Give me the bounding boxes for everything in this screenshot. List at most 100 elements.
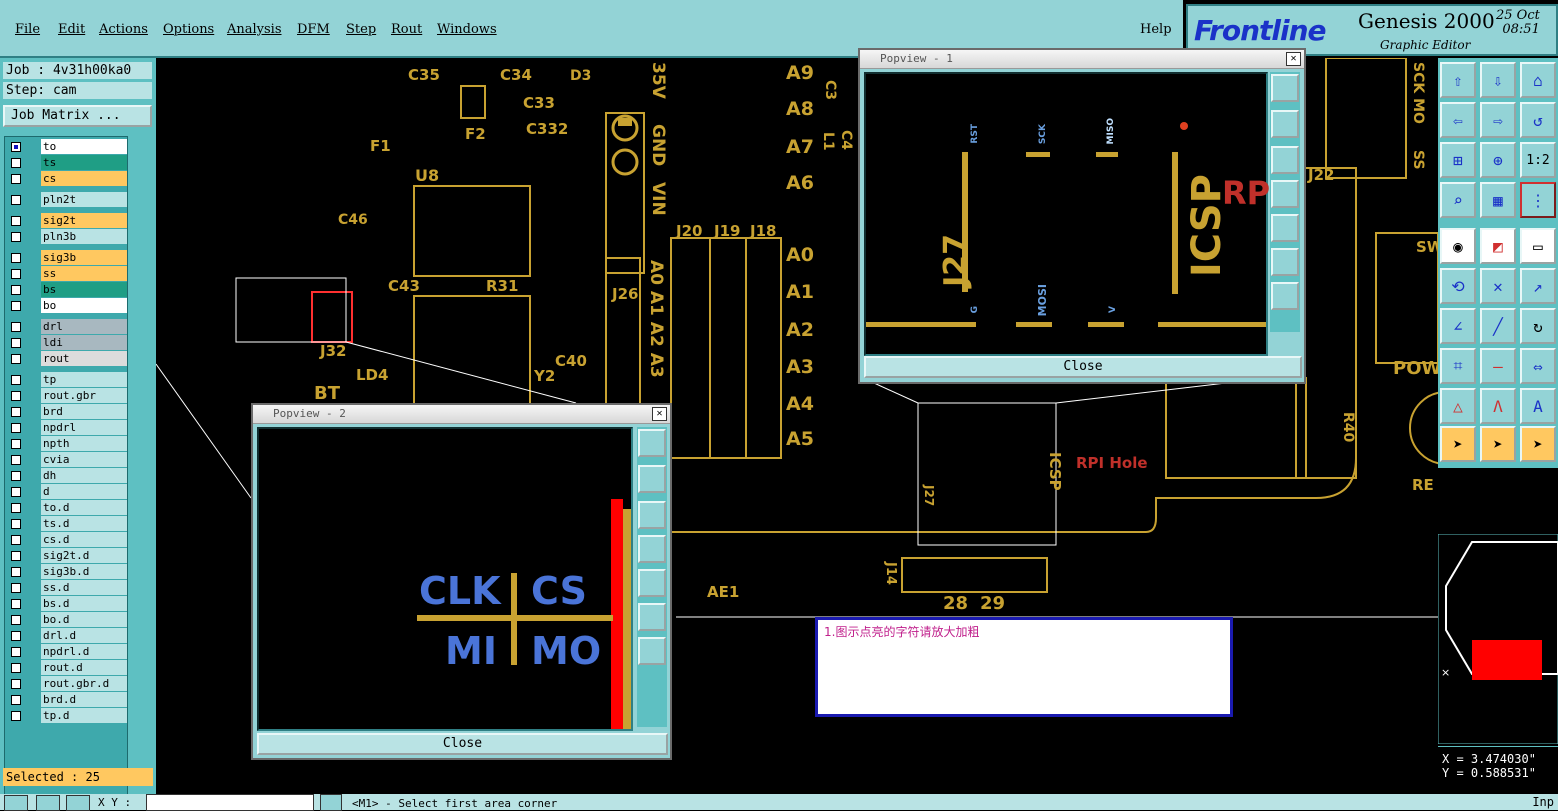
- layer-row-npdrl.d[interactable]: npdrl.d: [5, 644, 127, 660]
- layer-row-npth[interactable]: npth: [5, 436, 127, 452]
- layer-checkbox[interactable]: [11, 391, 21, 401]
- layer-row-tp[interactable]: tp: [5, 372, 127, 388]
- menu-help[interactable]: Help: [1140, 22, 1172, 37]
- move-left-icon[interactable]: [638, 535, 666, 563]
- grid-mode-icon[interactable]: [66, 795, 90, 811]
- popview-2-close-icon[interactable]: ✕: [652, 407, 667, 421]
- layer-row-rout.gbr.d[interactable]: rout.gbr.d: [5, 676, 127, 692]
- layer-row-to.d[interactable]: to.d: [5, 500, 127, 516]
- move-right-icon[interactable]: ⇨: [1480, 102, 1516, 138]
- layer-row-cs[interactable]: cs: [5, 171, 127, 187]
- layer-row-tp.d[interactable]: tp.d: [5, 708, 127, 724]
- menu-rout[interactable]: Rout: [391, 22, 422, 37]
- layer-row-rout[interactable]: rout: [5, 351, 127, 367]
- layer-row-sig2t[interactable]: sig2t: [5, 213, 127, 229]
- layer-checkbox[interactable]: [11, 503, 21, 513]
- menu-file[interactable]: File: [15, 22, 40, 37]
- layer-checkbox[interactable]: [11, 375, 21, 385]
- layer-row-bo[interactable]: bo: [5, 298, 127, 314]
- line-node-icon[interactable]: ↗: [1520, 268, 1556, 304]
- layer-row-ldi[interactable]: ldi: [5, 335, 127, 351]
- layer-row-bo.d[interactable]: bo.d: [5, 612, 127, 628]
- layer-checkbox[interactable]: [11, 407, 21, 417]
- layer-checkbox[interactable]: [11, 423, 21, 433]
- layer-row-sig3b.d[interactable]: sig3b.d: [5, 564, 127, 580]
- layer-checkbox[interactable]: [11, 519, 21, 529]
- layer-checkbox[interactable]: [11, 695, 21, 705]
- layer-row-ss.d[interactable]: ss.d: [5, 580, 127, 596]
- layer-row-cs.d[interactable]: cs.d: [5, 532, 127, 548]
- home-icon[interactable]: ⌂: [1520, 62, 1556, 98]
- select-point-icon[interactable]: ◉: [1440, 228, 1476, 264]
- layer-checkbox[interactable]: [11, 599, 21, 609]
- layer-checkbox[interactable]: [11, 269, 21, 279]
- layer-checkbox[interactable]: [11, 301, 21, 311]
- grid-icon[interactable]: ▦: [1480, 182, 1516, 218]
- pointer-select-icon[interactable]: ➤: [1480, 426, 1516, 462]
- layer-row-pln2t[interactable]: pln2t: [5, 192, 127, 208]
- zoom-in-icon[interactable]: ⊞: [1440, 142, 1476, 178]
- diagonal-icon[interactable]: ╱: [1480, 308, 1516, 344]
- popview-1-window[interactable]: Popview - 1 ✕ J27 ICSP RST SCK MISO MOSI…: [858, 48, 1306, 384]
- info-icon[interactable]: [320, 794, 342, 811]
- layer-row-npdrl[interactable]: npdrl: [5, 420, 127, 436]
- layer-checkbox[interactable]: [11, 354, 21, 364]
- layer-row-ts[interactable]: ts: [5, 155, 127, 171]
- layer-checkbox[interactable]: [11, 253, 21, 263]
- layer-checkbox[interactable]: [11, 322, 21, 332]
- layer-checkbox[interactable]: [11, 232, 21, 242]
- layer-checkbox[interactable]: [11, 567, 21, 577]
- mini-map[interactable]: ×: [1438, 534, 1558, 744]
- layer-row-bs[interactable]: bs: [5, 282, 127, 298]
- pointer-cross-icon[interactable]: ➤: [1520, 426, 1556, 462]
- menu-windows[interactable]: Windows: [437, 22, 497, 37]
- layer-checkbox[interactable]: [11, 216, 21, 226]
- zoom-out-icon[interactable]: [1271, 282, 1299, 310]
- layer-checkbox[interactable]: [11, 679, 21, 689]
- layer-row-dh[interactable]: dh: [5, 468, 127, 484]
- move-down-icon[interactable]: [638, 501, 666, 529]
- layer-row-cvia[interactable]: cvia: [5, 452, 127, 468]
- menu-analysis[interactable]: Analysis: [227, 22, 282, 37]
- zoom-in-icon[interactable]: [638, 429, 666, 457]
- layer-checkbox[interactable]: [11, 439, 21, 449]
- cross-mode-icon[interactable]: [36, 795, 60, 811]
- connect-icon[interactable]: ⟲: [1440, 268, 1476, 304]
- layer-checkbox[interactable]: [11, 487, 21, 497]
- popview-1-view[interactable]: J27 ICSP RST SCK MISO MOSI G V RP: [864, 72, 1270, 356]
- popview-2-view[interactable]: CLK CS MI MO: [257, 427, 633, 731]
- line-icon[interactable]: —: [1480, 348, 1516, 384]
- layer-row-sig3b[interactable]: sig3b: [5, 250, 127, 266]
- rotate-icon[interactable]: ↻: [1520, 308, 1556, 344]
- layer-list[interactable]: to ts cs pln2t sig2t pln3b sig3b ss bs bo drl ldi ro…: [4, 136, 128, 798]
- select-area-icon[interactable]: ◩: [1480, 228, 1516, 264]
- popview-2-window[interactable]: Popview - 2 ✕ CLK CS MI MO Close: [251, 403, 672, 760]
- layer-checkbox[interactable]: [11, 663, 21, 673]
- layer-row-rout.gbr[interactable]: rout.gbr: [5, 388, 127, 404]
- undo-view-icon[interactable]: ↺: [1520, 102, 1556, 138]
- angle-icon[interactable]: ∠: [1440, 308, 1476, 344]
- layer-checkbox[interactable]: [11, 711, 21, 721]
- menu-step[interactable]: Step: [346, 22, 376, 37]
- layer-row-pln3b[interactable]: pln3b: [5, 229, 127, 245]
- layer-row-bs.d[interactable]: bs.d: [5, 596, 127, 612]
- menu-edit[interactable]: Edit: [58, 22, 85, 37]
- layer-checkbox[interactable]: [11, 195, 21, 205]
- pointer-icon[interactable]: ➤: [1440, 426, 1476, 462]
- layer-row-drl.d[interactable]: drl.d: [5, 628, 127, 644]
- layer-row-ss[interactable]: ss: [5, 266, 127, 282]
- move-down-icon[interactable]: [1271, 146, 1299, 174]
- layer-checkbox[interactable]: [11, 285, 21, 295]
- text-a-icon[interactable]: A: [1520, 388, 1556, 424]
- move-left-icon[interactable]: ⇦: [1440, 102, 1476, 138]
- triangle-icon[interactable]: △: [1440, 388, 1476, 424]
- layer-checkbox[interactable]: [11, 615, 21, 625]
- move-left-icon[interactable]: [1271, 180, 1299, 208]
- popview-2-close-button[interactable]: Close: [257, 733, 668, 755]
- move-up-icon[interactable]: ⇧: [1440, 62, 1476, 98]
- snap-icon[interactable]: ⋮: [1520, 182, 1556, 218]
- move-right-icon[interactable]: [638, 569, 666, 597]
- layer-row-brd[interactable]: brd: [5, 404, 127, 420]
- layer-row-rout.d[interactable]: rout.d: [5, 660, 127, 676]
- layer-row-ts.d[interactable]: ts.d: [5, 516, 127, 532]
